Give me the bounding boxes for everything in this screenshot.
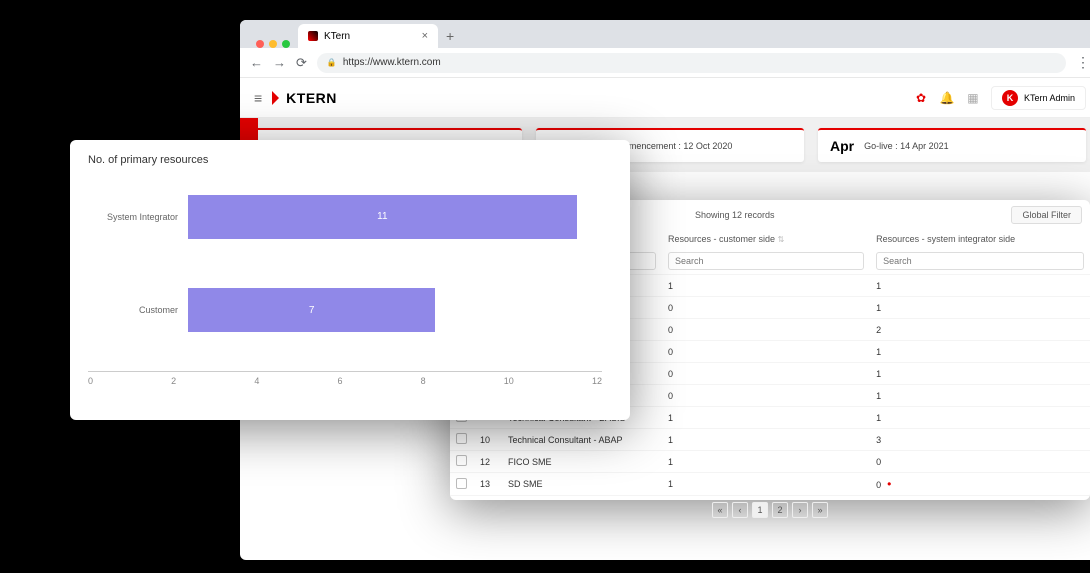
x-tick: 10 (504, 376, 514, 386)
row-si: 3 (870, 429, 1090, 451)
browser-menu-icon[interactable]: ⋮ (1076, 54, 1090, 71)
page-2[interactable]: 2 (772, 502, 788, 518)
row-role: SD SME (502, 473, 662, 496)
row-customer: 0 (662, 363, 870, 385)
row-number: 12 (474, 451, 502, 473)
row-checkbox[interactable] (456, 455, 467, 466)
bar: 7 (188, 288, 435, 332)
row-customer: 0 (662, 319, 870, 341)
col-header-si[interactable]: Resources - system integrator side (870, 230, 1090, 248)
card-golive: Apr Go-live : 14 Apr 2021 (818, 128, 1086, 162)
row-customer: 1 (662, 429, 870, 451)
calendar-icon[interactable]: ▦ (965, 91, 981, 105)
row-number: 10 (474, 429, 502, 451)
row-si: 1 (870, 275, 1090, 297)
col-header-label: Resources - customer side (668, 234, 775, 244)
tab-bar: KTern × + (240, 20, 1090, 48)
row-customer: 0 (662, 297, 870, 319)
browser-tab[interactable]: KTern × (298, 24, 438, 48)
logo-mark-icon (272, 91, 286, 105)
user-name: KTern Admin (1024, 93, 1075, 103)
card-label: Go-live : 14 Apr 2021 (864, 141, 949, 151)
bar-label: Customer (88, 305, 178, 315)
row-si: 1 (870, 341, 1090, 363)
favicon-icon (308, 31, 318, 41)
address-bar: ← → ⟳ 🔒 https://www.ktern.com ⋮ (240, 48, 1090, 78)
page-first[interactable]: « (712, 502, 728, 518)
maximize-window-dot[interactable] (282, 40, 290, 48)
primary-resources-chart: No. of primary resources System Integrat… (70, 140, 630, 420)
close-window-dot[interactable] (256, 40, 264, 48)
bar: 11 (188, 195, 577, 239)
row-si: 1 (870, 297, 1090, 319)
chart-area: System Integrator11Customer7 024681012 (88, 186, 612, 386)
table-row[interactable]: 13SD SME10• (450, 473, 1090, 496)
page-prev[interactable]: ‹ (732, 502, 748, 518)
x-tick: 8 (421, 376, 426, 386)
page-last[interactable]: » (812, 502, 828, 518)
chart-title: No. of primary resources (88, 154, 612, 166)
logo-text: KTERN (286, 90, 337, 106)
url-text: https://www.ktern.com (343, 57, 441, 68)
row-si: 1 (870, 407, 1090, 429)
row-customer: 1 (662, 473, 870, 496)
row-customer: 1 (662, 451, 870, 473)
back-icon[interactable]: ← (250, 55, 263, 70)
row-customer: 0 (662, 341, 870, 363)
url-input[interactable]: 🔒 https://www.ktern.com (317, 53, 1066, 73)
x-tick: 2 (171, 376, 176, 386)
row-role: Technical Consultant - ABAP (502, 429, 662, 451)
card-value: Apr (830, 138, 854, 154)
table-row[interactable]: 10Technical Consultant - ABAP13 (450, 429, 1090, 451)
tab-title: KTern (324, 31, 350, 42)
search-customer-input[interactable] (668, 252, 864, 270)
col-header-customer[interactable]: Resources - customer side ⇅ (662, 230, 870, 248)
x-tick: 0 (88, 376, 93, 386)
x-tick: 4 (254, 376, 259, 386)
window-controls (248, 40, 298, 48)
close-tab-icon[interactable]: × (422, 30, 428, 42)
chart-bar-row: System Integrator11 (188, 195, 612, 239)
app-header: ≡ KTERN ✿ 🔔 ▦ K KTern Admin (240, 78, 1090, 118)
menu-burger-icon[interactable]: ≡ (254, 90, 262, 106)
new-tab-button[interactable]: + (438, 24, 462, 48)
x-axis: 0 2 4 6 8 10 12 (88, 376, 602, 386)
row-si: 0 (870, 451, 1090, 473)
forward-icon[interactable]: → (273, 55, 286, 70)
app-logo: KTERN (272, 90, 337, 106)
search-si-input[interactable] (876, 252, 1084, 270)
row-si: 0• (870, 473, 1090, 496)
global-filter-button[interactable]: Global Filter (1011, 206, 1082, 224)
row-customer: 1 (662, 407, 870, 429)
sort-icon: ⇅ (778, 235, 785, 244)
bell-icon[interactable]: 🔔 (939, 91, 955, 105)
page-next[interactable]: › (792, 502, 808, 518)
row-number: 13 (474, 473, 502, 496)
row-customer: 0 (662, 385, 870, 407)
x-tick: 12 (592, 376, 602, 386)
chart-bar-row: Customer7 (188, 288, 612, 332)
col-header-label: Resources - system integrator side (876, 234, 1015, 244)
x-tick: 6 (337, 376, 342, 386)
lock-icon: 🔒 (327, 58, 337, 67)
reload-icon[interactable]: ⟳ (296, 55, 307, 71)
minimize-window-dot[interactable] (269, 40, 277, 48)
row-customer: 1 (662, 275, 870, 297)
row-si: 1 (870, 363, 1090, 385)
avatar-icon: K (1002, 90, 1018, 106)
gear-icon[interactable]: ✿ (913, 91, 929, 105)
row-si: 2 (870, 319, 1090, 341)
table-row[interactable]: 12FICO SME10 (450, 451, 1090, 473)
row-checkbox[interactable] (456, 478, 467, 489)
user-menu[interactable]: K KTern Admin (991, 86, 1086, 110)
row-checkbox[interactable] (456, 433, 467, 444)
pagination: « ‹ 1 2 › » (450, 496, 1090, 524)
bar-label: System Integrator (88, 212, 178, 222)
row-role: FICO SME (502, 451, 662, 473)
flag-dot-icon: • (887, 477, 891, 491)
page-1[interactable]: 1 (752, 502, 768, 518)
row-si: 1 (870, 385, 1090, 407)
